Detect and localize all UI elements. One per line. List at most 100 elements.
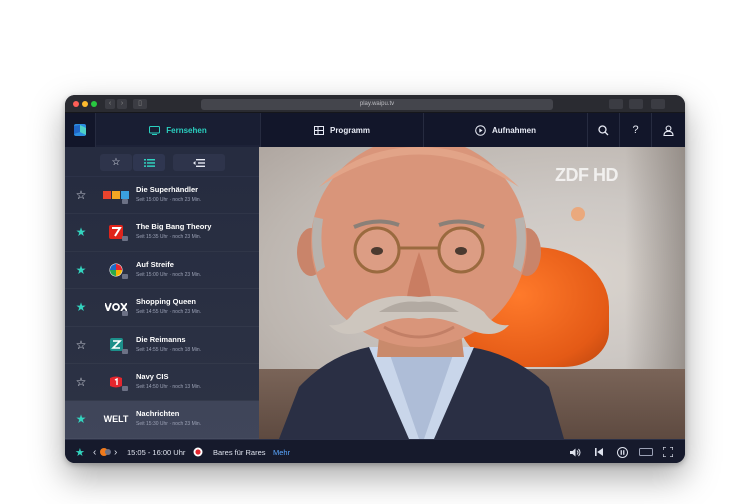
program-title: Auf Streife	[136, 259, 174, 269]
favorite-star-icon[interactable]: ★	[75, 226, 87, 238]
show-title: Bares für Rares	[213, 447, 266, 457]
channel-row[interactable]: ★ Auf Streife Seit 15:00 Uhr · noch 23 M…	[65, 252, 259, 290]
skip-back-icon	[595, 448, 603, 456]
program-time: Seit 15:35 Uhr · noch 23 Min.	[136, 234, 202, 241]
channel-sidebar: ☆ ☆ Die Superhändler Seit 15:00 Uhr · no…	[65, 147, 259, 439]
video-player[interactable]: ZDF HD	[259, 147, 685, 439]
minimize-window-button[interactable]	[82, 101, 88, 107]
new-tab-icon[interactable]	[629, 99, 643, 109]
search-icon	[598, 124, 609, 135]
favorites-filter-button[interactable]: ☆	[100, 154, 132, 171]
channel-filter-bar: ☆	[65, 147, 259, 177]
channel-badge	[122, 385, 128, 391]
program-title: Shopping Queen	[136, 297, 196, 307]
favorite-star-icon[interactable]: ★	[75, 440, 85, 463]
previous-channel-icon[interactable]: ‹	[93, 440, 96, 463]
program-time: Seit 15:00 Uhr · noch 23 Min.	[136, 271, 202, 278]
waipu-logo[interactable]	[65, 113, 95, 147]
favorite-star-icon[interactable]: ☆	[75, 376, 87, 388]
fullscreen-button[interactable]	[663, 440, 673, 463]
audio-settings-button[interactable]	[639, 440, 653, 463]
presenter-image	[279, 147, 564, 439]
channel-row[interactable]: ★ The Big Bang Theory Seit 15:35 Uhr · n…	[65, 214, 259, 252]
grid-icon	[313, 125, 324, 135]
tab-aufnahmen-label: Aufnahmen	[492, 125, 536, 135]
share-icon[interactable]	[609, 99, 623, 109]
channel-badge	[122, 236, 128, 242]
forward-button[interactable]: ›	[117, 99, 127, 109]
pause-icon	[617, 446, 628, 458]
program-time: Seit 14:55 Uhr · noch 18 Min.	[136, 346, 202, 353]
program-time: Seit 14:50 Uhr · noch 13 Min.	[136, 383, 202, 390]
program-title: Die Superhändler	[136, 185, 199, 194]
channel-logo-welt: WELT	[103, 414, 129, 425]
zdf-logo-icon	[100, 448, 111, 456]
fullscreen-icon	[663, 447, 673, 457]
maximize-window-button[interactable]	[91, 101, 97, 107]
channel-badge	[122, 273, 128, 279]
favorite-star-icon[interactable]: ★	[75, 264, 87, 276]
tab-programm-label: Programm	[329, 125, 370, 135]
player-control-bar: ★ ‹ › 15:05 - 16:00 Uhr Bares für Rares …	[65, 439, 685, 463]
account-button[interactable]	[651, 113, 685, 147]
close-window-button[interactable]	[73, 101, 79, 107]
favorite-star-icon[interactable]: ★	[75, 413, 87, 425]
main-navigation: Fernsehen Programm Aufnahmen ?	[65, 113, 685, 147]
channel-row[interactable]: ★ Shopping Queen Seit 14:55 Uhr · noch 2…	[65, 289, 259, 327]
program-title: The Big Bang Theory	[136, 222, 212, 232]
favorite-star-icon[interactable]: ☆	[75, 189, 87, 201]
sort-channels-button[interactable]	[173, 154, 225, 171]
browser-window: ‹ › ▯ play.waipu.tv Fernsehen Programm A…	[65, 95, 685, 463]
tab-aufnahmen[interactable]: Aufnahmen	[423, 113, 587, 147]
list-icon	[143, 158, 155, 167]
program-time: Seit 15:30 Uhr · noch 23 Min.	[136, 421, 202, 428]
more-info-link[interactable]: Mehr	[273, 440, 290, 463]
program-time: Seit 15:00 Uhr · noch 23 Min.	[136, 197, 202, 203]
rtlzwei-logo-icon	[109, 338, 123, 352]
current-channel-logo	[99, 440, 113, 463]
kabeleins-logo-icon	[110, 376, 122, 388]
channel-badge	[122, 311, 128, 317]
pause-button[interactable]	[617, 440, 628, 463]
channel-badge	[122, 199, 128, 204]
program-title: Navy CIS	[136, 371, 169, 381]
channel-row[interactable]: ☆ Die Reimanns Seit 14:55 Uhr · noch 18 …	[65, 327, 259, 364]
skip-to-start-button[interactable]	[595, 440, 603, 463]
help-icon: ?	[632, 124, 639, 136]
favorite-star-icon[interactable]: ☆	[75, 339, 87, 351]
sort-list-icon	[193, 158, 205, 167]
star-icon: ☆	[111, 157, 121, 168]
waipu-logo-icon	[74, 124, 86, 136]
audio-track-icon	[639, 448, 653, 456]
program-title: Die Reimanns	[136, 334, 186, 344]
program-time: Seit 14:55 Uhr · noch 23 Min.	[136, 309, 202, 316]
next-channel-icon[interactable]: ›	[114, 440, 117, 463]
play-circle-icon	[475, 124, 486, 136]
address-bar[interactable]: play.waipu.tv	[201, 99, 553, 110]
all-channels-filter-button[interactable]	[133, 154, 165, 171]
sidebar-toggle-icon[interactable]: ▯	[133, 99, 147, 109]
channel-watermark: ZDF HD	[555, 165, 619, 185]
channel-badge	[122, 348, 128, 354]
volume-button[interactable]	[570, 440, 581, 463]
tab-overview-icon[interactable]	[651, 99, 665, 109]
live-indicator	[193, 440, 203, 463]
tv-icon	[149, 125, 161, 135]
program-title: Nachrichten	[136, 409, 180, 419]
tab-programm[interactable]: Programm	[260, 113, 423, 147]
pro7-logo-icon	[109, 225, 123, 240]
channel-row[interactable]: ☆ Die Superhändler Seit 15:00 Uhr · noch…	[65, 177, 259, 215]
rtl-logo-icon	[103, 191, 129, 199]
channel-row-active[interactable]: ★ WELT Nachrichten Seit 15:30 Uhr · noch…	[65, 401, 259, 439]
browser-titlebar: ‹ › ▯ play.waipu.tv	[65, 95, 685, 113]
back-button[interactable]: ‹	[105, 99, 115, 109]
tab-fernsehen[interactable]: Fernsehen	[95, 113, 260, 147]
vox-logo-icon	[105, 303, 127, 312]
search-button[interactable]	[587, 113, 619, 147]
record-icon	[193, 447, 203, 457]
help-button[interactable]: ?	[619, 113, 651, 147]
favorite-star-icon[interactable]: ★	[75, 301, 87, 313]
show-time-range: 15:05 - 16:00 Uhr	[127, 447, 186, 457]
user-icon	[663, 124, 674, 136]
channel-row[interactable]: ☆ Navy CIS Seit 14:50 Uhr · noch 13 Min.	[65, 364, 259, 402]
